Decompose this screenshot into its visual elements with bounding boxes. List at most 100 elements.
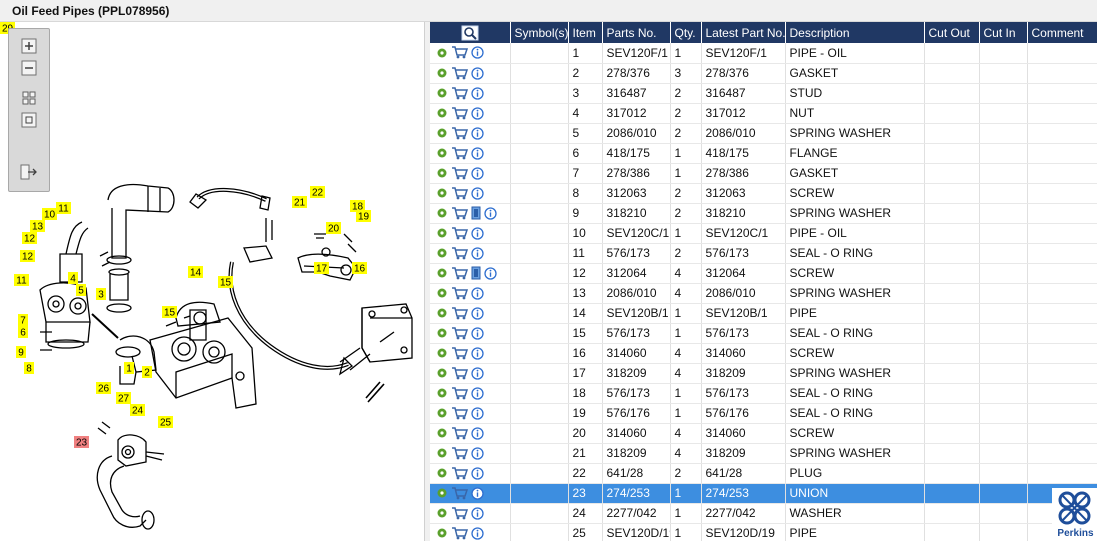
info-icon[interactable] <box>471 466 484 480</box>
table-row[interactable]: 18 576/173 1 576/173 SEAL - O RING <box>430 383 1097 404</box>
cart-icon[interactable] <box>451 226 468 240</box>
cart-icon[interactable] <box>451 126 468 140</box>
cart-icon[interactable] <box>451 266 468 280</box>
table-row[interactable]: 24 2277/042 1 2277/042 WASHER <box>430 503 1097 524</box>
table-row[interactable]: 17 318209 4 318209 SPRING WASHER <box>430 363 1097 384</box>
gear-icon[interactable] <box>436 167 448 179</box>
table-row[interactable]: 22 641/28 2 641/28 PLUG <box>430 463 1097 484</box>
info-icon[interactable] <box>484 206 497 220</box>
callout-7[interactable]: 7 <box>18 314 28 327</box>
diagram-pane[interactable]: 1 2 3 4 5 6 7 8 9 10 11 11 12 12 13 14 15 15 16 17 18 19 20 21 2… <box>0 22 424 541</box>
gear-icon[interactable] <box>436 467 448 479</box>
column-header-comment[interactable]: Comment <box>1027 22 1097 43</box>
callout-17[interactable]: 17 <box>314 262 329 275</box>
table-row[interactable]: 25 SEV120D/19 1 SEV120D/19 PIPE <box>430 523 1097 541</box>
table-row[interactable]: 4 317012 2 317012 NUT <box>430 103 1097 124</box>
cart-icon[interactable] <box>451 66 468 80</box>
info-icon[interactable] <box>471 66 484 80</box>
fit-all-button[interactable] <box>19 89 39 107</box>
zoom-out-button[interactable] <box>19 59 39 77</box>
gear-icon[interactable] <box>436 267 448 279</box>
callout-14[interactable]: 14 <box>188 266 203 279</box>
gear-icon[interactable] <box>436 107 448 119</box>
cart-icon[interactable] <box>451 46 468 59</box>
gear-icon[interactable] <box>436 447 448 459</box>
info-icon[interactable] <box>471 246 484 260</box>
table-row[interactable]: 13 2086/010 4 2086/010 SPRING WASHER <box>430 283 1097 304</box>
info-icon[interactable] <box>471 306 484 320</box>
gear-icon[interactable] <box>436 347 448 359</box>
cart-icon[interactable] <box>451 426 468 440</box>
cart-icon[interactable] <box>451 146 468 160</box>
gear-icon[interactable] <box>436 527 448 539</box>
search-parts-icon[interactable] <box>461 25 479 41</box>
callout-8[interactable]: 8 <box>24 362 34 375</box>
cart-icon[interactable] <box>451 186 468 200</box>
info-icon[interactable] <box>471 86 484 100</box>
callout-12[interactable]: 12 <box>22 232 37 245</box>
gear-icon[interactable] <box>436 247 448 259</box>
callout-2[interactable]: 2 <box>142 366 152 379</box>
callout-15[interactable]: 15 <box>218 276 233 289</box>
info-icon[interactable] <box>471 46 484 59</box>
callout-19[interactable]: 19 <box>356 210 371 223</box>
cart-icon[interactable] <box>451 446 468 460</box>
cart-icon[interactable] <box>451 86 468 100</box>
table-row[interactable]: 2 278/376 3 278/376 GASKET <box>430 63 1097 84</box>
document-icon[interactable] <box>471 206 481 220</box>
info-icon[interactable] <box>471 506 484 520</box>
info-icon[interactable] <box>471 166 484 180</box>
table-row[interactable]: 3 316487 2 316487 STUD <box>430 83 1097 104</box>
callout-22[interactable]: 22 <box>310 186 325 199</box>
table-row[interactable]: 23 274/253 1 274/253 UNION <box>430 483 1097 504</box>
column-header-cut-in[interactable]: Cut In <box>979 22 1028 43</box>
cart-icon[interactable] <box>451 406 468 420</box>
column-header-item[interactable]: Item <box>568 22 603 43</box>
callout-5[interactable]: 5 <box>76 284 86 297</box>
gear-icon[interactable] <box>436 227 448 239</box>
table-row[interactable]: 7 278/386 1 278/386 GASKET <box>430 163 1097 184</box>
table-row[interactable]: 1 SEV120F/1 1 SEV120F/1 PIPE - OIL <box>430 43 1097 64</box>
cart-icon[interactable] <box>451 106 468 120</box>
cart-icon[interactable] <box>451 166 468 180</box>
info-icon[interactable] <box>471 446 484 460</box>
callout-26[interactable]: 26 <box>96 382 111 395</box>
info-icon[interactable] <box>471 146 484 160</box>
cart-icon[interactable] <box>451 526 468 540</box>
cart-icon[interactable] <box>451 246 468 260</box>
cart-icon[interactable] <box>451 206 468 220</box>
callout-27[interactable]: 27 <box>116 392 131 405</box>
cart-icon[interactable] <box>451 486 468 500</box>
table-row[interactable]: 20 314060 4 314060 SCREW <box>430 423 1097 444</box>
cart-icon[interactable] <box>451 286 468 300</box>
gear-icon[interactable] <box>436 187 448 199</box>
column-header-qty[interactable]: Qty. <box>670 22 702 43</box>
document-icon[interactable] <box>471 266 481 280</box>
column-header-symbols[interactable]: Symbol(s) <box>510 22 569 43</box>
callout-16[interactable]: 16 <box>352 262 367 275</box>
exploded-diagram[interactable]: 1 234567891011111212131415151617181920212… <box>0 22 424 541</box>
info-icon[interactable] <box>471 486 484 500</box>
table-row[interactable]: 9 318210 2 318210 SPRING WASHER <box>430 203 1097 224</box>
column-header-parts-no[interactable]: Parts No. <box>602 22 671 43</box>
callout-1[interactable]: 1 <box>124 362 134 375</box>
export-button[interactable] <box>19 163 39 181</box>
callout-13[interactable]: 13 <box>30 220 45 233</box>
table-row[interactable]: 14 SEV120B/1 1 SEV120B/1 PIPE <box>430 303 1097 324</box>
callout-10[interactable]: 10 <box>42 208 57 221</box>
gear-icon[interactable] <box>436 127 448 139</box>
gear-icon[interactable] <box>436 47 448 59</box>
callout-6[interactable]: 6 <box>18 326 28 339</box>
table-row[interactable]: 12 312064 4 312064 SCREW <box>430 263 1097 284</box>
table-row[interactable]: 16 314060 4 314060 SCREW <box>430 343 1097 364</box>
callout-15[interactable]: 15 <box>162 306 177 319</box>
table-row[interactable]: 11 576/173 2 576/173 SEAL - O RING <box>430 243 1097 264</box>
info-icon[interactable] <box>484 266 497 280</box>
info-icon[interactable] <box>471 406 484 420</box>
gear-icon[interactable] <box>436 387 448 399</box>
gear-icon[interactable] <box>436 207 448 219</box>
table-row[interactable]: 21 318209 4 318209 SPRING WASHER <box>430 443 1097 464</box>
info-icon[interactable] <box>471 386 484 400</box>
cart-icon[interactable] <box>451 466 468 480</box>
callout-11[interactable]: 11 <box>14 274 29 287</box>
